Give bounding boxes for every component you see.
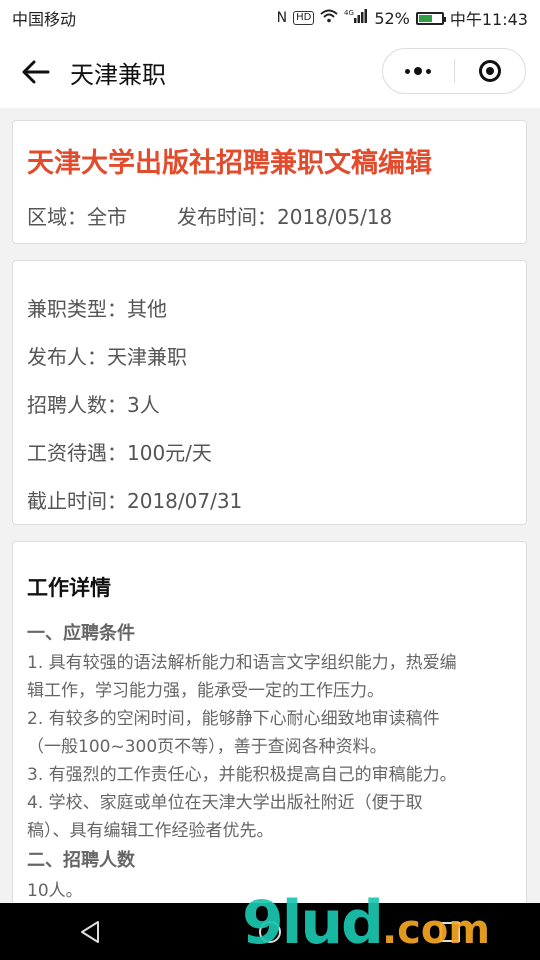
job-title: 天津大学出版社招聘兼职文稿编辑: [27, 148, 432, 179]
nfc-icon: N: [276, 10, 288, 26]
wifi-icon: [320, 9, 338, 27]
hd-icon: HD: [293, 11, 315, 25]
detail-line: 4. 学校、家庭或单位在天津大学出版社附近（便于取: [27, 793, 423, 813]
detail-line: 辑工作，学习能力强，能承受一定的工作压力。: [27, 681, 384, 701]
info-salary: 工资待遇：100元/天: [27, 441, 212, 465]
info-headcount: 招聘人数：3人: [27, 393, 160, 417]
job-area: 区域：全市: [27, 205, 127, 229]
job-detail-card: 工作详情 一、应聘条件 1. 具有较强的语法解析能力和语言文字组织能力，热爱编 …: [12, 541, 527, 941]
detail-line: 1. 具有较强的语法解析能力和语言文字组织能力，热爱编: [27, 653, 457, 673]
detail-heading: 工作详情: [27, 576, 111, 600]
back-arrow-icon[interactable]: [16, 52, 56, 92]
target-icon: [478, 60, 501, 82]
job-header-card: 天津大学出版社招聘兼职文稿编辑 区域：全市 发布时间：2018/05/18: [12, 120, 527, 244]
publish-time: 发布时间：2018/05/18: [177, 205, 393, 229]
svg-text:4G: 4G: [344, 9, 354, 17]
more-options-button[interactable]: [383, 49, 454, 93]
info-publisher: 发布人：天津兼职: [27, 345, 187, 369]
detail-line: （一般100~300页不等），善于查阅各种资料。: [27, 737, 387, 757]
status-icons: N HD 4G 52% 中午11:43: [277, 6, 528, 30]
back-triangle-icon[interactable]: [70, 912, 110, 952]
close-mini-program-button[interactable]: [455, 49, 526, 93]
clock: 中午11:43: [449, 10, 528, 29]
watermark-main: 9lud: [242, 888, 384, 958]
info-type: 兼职类型：其他: [27, 297, 167, 321]
more-dots-icon: [405, 67, 432, 75]
signal-icon: 4G: [344, 9, 368, 27]
job-info-card: 兼职类型：其他 发布人：天津兼职 招聘人数：3人 工资待遇：100元/天 截止时…: [12, 260, 527, 525]
detail-line: 3. 有强烈的工作责任心，并能积极提高自己的审稿能力。: [27, 765, 457, 785]
detail-line: 2. 有较多的空闲时间，能够静下心耐心细致地审读稿件: [27, 709, 440, 729]
page-title: 天津兼职: [70, 60, 166, 89]
status-bar: 中国移动 N HD 4G 52% 中午11:43: [0, 0, 540, 36]
headcount-value: 10人。: [27, 881, 83, 901]
info-deadline: 截止时间：2018/07/31: [27, 489, 243, 513]
detail-line: 稿）、具有编辑工作经验者优先。: [27, 821, 274, 841]
carrier-label: 中国移动: [12, 10, 77, 29]
watermark-suffix: .com: [381, 907, 491, 953]
battery-percent: 52%: [374, 8, 410, 28]
section-headcount: 二、招聘人数: [27, 850, 135, 871]
mini-program-capsule: [382, 48, 526, 94]
site-watermark: 9lud.com: [242, 888, 490, 958]
section-requirements: 一、应聘条件: [27, 623, 135, 644]
battery-icon: [415, 11, 446, 25]
top-nav-bar: 天津兼职: [0, 36, 540, 108]
